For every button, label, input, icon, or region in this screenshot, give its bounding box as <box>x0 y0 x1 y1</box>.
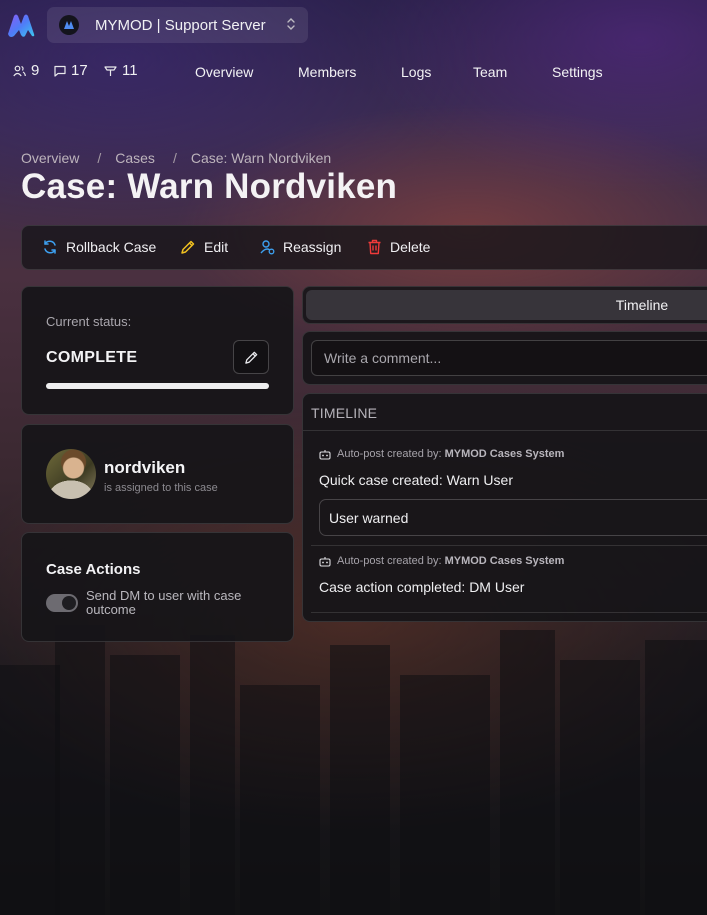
cases-count: 11 <box>122 62 138 79</box>
assignee-card: nordviken is assigned to this case <box>21 424 294 524</box>
cases-icon <box>104 65 117 76</box>
breadcrumb-separator: / <box>97 150 102 166</box>
status-progress-fill <box>46 383 269 389</box>
stats-nav-row: 9 17 11 Overview Members Logs Team Setti… <box>0 62 707 84</box>
timeline-entry-text: Quick case created: Warn User <box>319 472 513 488</box>
nav-settings[interactable]: Settings <box>552 64 603 80</box>
case-actions-title: Case Actions <box>46 561 141 578</box>
rollback-case-label: Rollback Case <box>66 239 157 255</box>
comment-input[interactable] <box>311 340 707 376</box>
reassign-button[interactable]: Reassign <box>260 239 341 255</box>
nav-members[interactable]: Members <box>298 64 356 80</box>
breadcrumb: Overview / Cases / Case: Warn Nordviken <box>21 150 331 166</box>
divider <box>311 612 707 613</box>
robot-icon <box>319 556 331 567</box>
toggle-knob <box>62 596 76 610</box>
user-assign-icon <box>260 240 275 255</box>
edit-status-button[interactable] <box>233 340 269 374</box>
messages-count: 17 <box>71 62 88 79</box>
members-stat: 9 <box>13 62 39 79</box>
assignee-name[interactable]: nordviken <box>104 458 185 478</box>
avatar[interactable] <box>46 449 96 499</box>
comment-card <box>302 331 707 385</box>
case-action-bar: Rollback Case Edit Reassign Delete <box>21 225 707 270</box>
divider <box>303 430 707 431</box>
timeline-meta-author: MYMOD Cases System <box>444 448 565 460</box>
timeline-entry-text: Case action completed: DM User <box>319 579 525 595</box>
chevron-updown-icon <box>287 18 295 30</box>
assignee-subtitle: is assigned to this case <box>104 482 218 494</box>
rollback-case-button[interactable]: Rollback Case <box>42 239 156 255</box>
timeline-meta-prefix: Auto-post created by: <box>337 448 442 460</box>
breadcrumb-current: Case: Warn Nordviken <box>190 150 332 166</box>
timeline-entry-meta: Auto-post created by: MYMOD Cases System <box>319 448 707 460</box>
send-dm-toggle[interactable] <box>46 594 78 612</box>
timeline-card: TIMELINE Auto-post created by: MYMOD Cas… <box>302 393 707 622</box>
page-title: Case: Warn Nordviken <box>21 167 398 206</box>
server-switcher[interactable]: MYMOD | Support Server <box>47 7 308 43</box>
refresh-icon <box>44 240 56 254</box>
reassign-label: Reassign <box>283 239 342 255</box>
tab-timeline[interactable]: Timeline <box>306 290 707 320</box>
delete-button[interactable]: Delete <box>367 239 430 255</box>
timeline-entry-meta: Auto-post created by: MYMOD Cases System <box>319 555 707 567</box>
edit-button[interactable]: Edit <box>180 239 228 255</box>
trash-icon <box>368 239 381 255</box>
status-value: COMPLETE <box>46 349 138 366</box>
background-skyline <box>0 615 707 915</box>
pencil-icon <box>181 240 195 254</box>
breadcrumb-cases[interactable]: Cases <box>115 150 155 166</box>
pencil-icon <box>244 351 257 364</box>
status-progress-bar <box>46 383 269 389</box>
members-count: 9 <box>31 62 40 79</box>
messages-stat: 17 <box>54 62 88 79</box>
send-dm-toggle-label: Send DM to user with case outcome <box>86 588 242 617</box>
cases-stat: 11 <box>104 62 138 79</box>
users-icon <box>13 65 26 76</box>
timeline-entry: Auto-post created by: MYMOD Cases System… <box>319 448 707 536</box>
top-bar: MYMOD | Support Server <box>0 0 707 52</box>
breadcrumb-overview[interactable]: Overview <box>21 150 79 166</box>
timeline-meta-author: MYMOD Cases System <box>444 555 565 567</box>
timeline-entry-detail: User warned <box>319 499 707 536</box>
app-logo-icon[interactable] <box>6 12 36 38</box>
status-label: Current status: <box>46 314 132 329</box>
timeline-heading: TIMELINE <box>311 405 378 421</box>
delete-label: Delete <box>390 239 431 255</box>
server-avatar-icon <box>59 15 79 35</box>
edit-label: Edit <box>204 239 229 255</box>
divider <box>311 545 707 546</box>
tabs-bar: Timeline <box>302 286 707 324</box>
server-name: MYMOD | Support Server <box>95 16 266 34</box>
case-actions-card: Case Actions Send DM to user with case o… <box>21 532 294 642</box>
timeline-entry: Auto-post created by: MYMOD Cases System… <box>319 555 707 595</box>
nav-overview[interactable]: Overview <box>195 64 253 80</box>
status-card: Current status: COMPLETE <box>21 286 294 415</box>
nav-team[interactable]: Team <box>473 64 507 80</box>
breadcrumb-separator: / <box>172 150 177 166</box>
message-icon <box>54 65 66 77</box>
robot-icon <box>319 449 331 460</box>
timeline-meta-prefix: Auto-post created by: <box>337 555 442 567</box>
nav-logs[interactable]: Logs <box>401 64 431 80</box>
